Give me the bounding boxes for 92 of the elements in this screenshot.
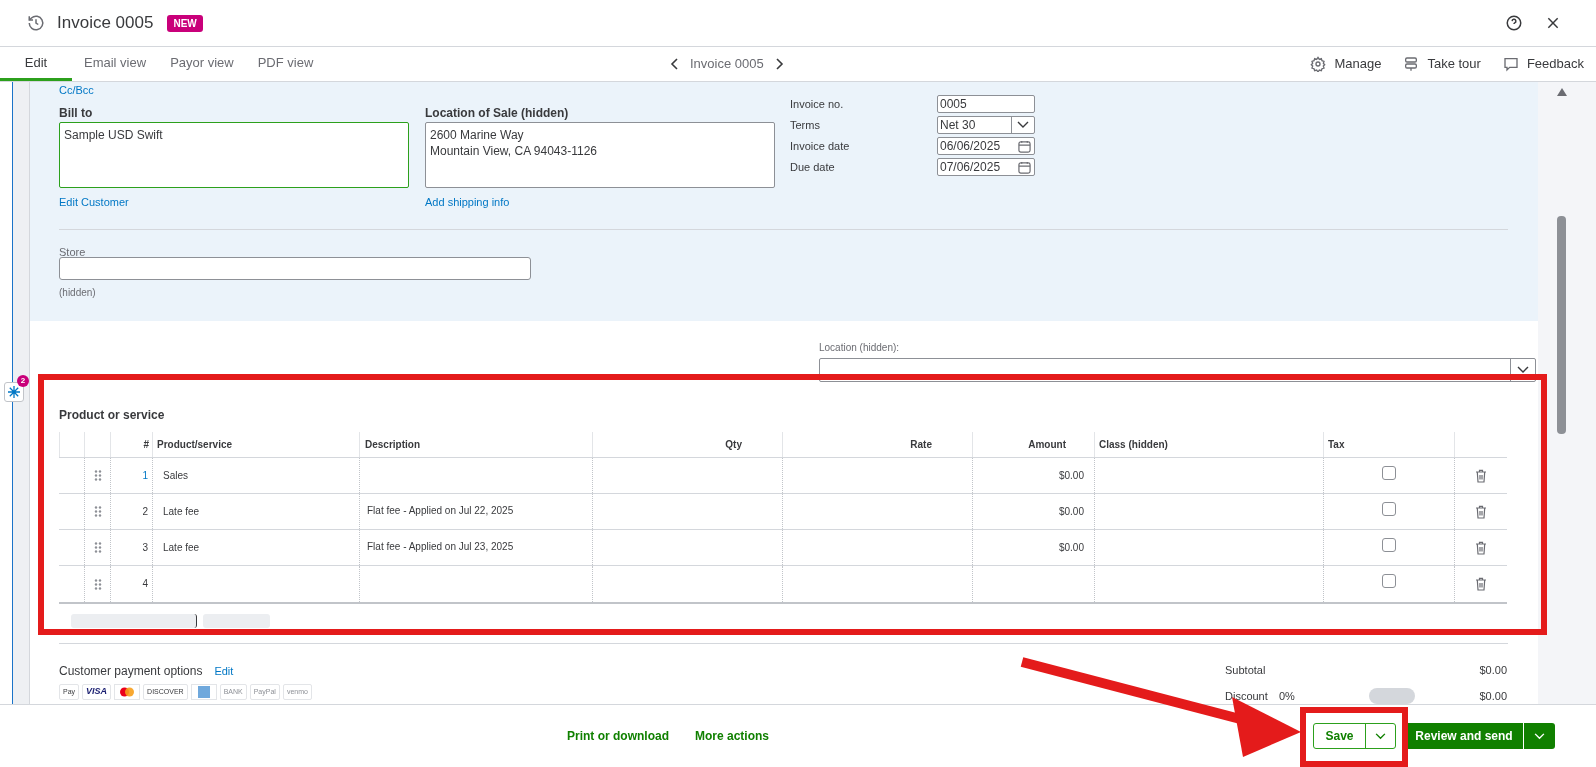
send-options-button[interactable] [1524,723,1555,749]
chevron-down-icon [1375,732,1386,740]
column-header: # [142,438,150,452]
sparkle-icon [8,386,20,398]
drag-handle-icon[interactable] [93,542,102,553]
trash-icon[interactable] [1475,504,1487,519]
history-icon[interactable] [27,14,45,32]
line-number: 2 [142,505,148,519]
tax-checkbox[interactable] [1382,502,1396,516]
field-label: Bill to [59,105,94,122]
assistant-button[interactable] [4,382,24,402]
subtotal-label: Subtotal [1225,663,1266,678]
chevron-down-icon [1534,732,1545,740]
toolbar-button[interactable]: Manage [1310,54,1382,74]
column-header: Class (hidden) [1098,438,1169,452]
bill-to-field[interactable]: Sample USD Swift [59,122,409,188]
column-header: Rate [909,438,933,452]
calendar-icon[interactable] [1018,139,1031,153]
settings-icon [1310,56,1327,72]
field-label: Invoice no. [790,96,845,112]
location-of-sale-field[interactable]: 2600 Marine Way Mountain View, CA 94043-1126 [425,122,775,188]
close-icon[interactable] [1545,15,1561,31]
card-logo-icon [114,684,141,700]
date-field[interactable]: 07/06/2025 [937,158,1035,176]
calendar-icon[interactable] [1018,160,1031,174]
view-tab[interactable]: PDF view [245,47,326,81]
column-header: Qty [724,438,743,452]
drag-handle-icon[interactable] [93,470,102,481]
discount-percent: 0% [1279,688,1296,704]
tax-checkbox[interactable] [1382,466,1396,480]
view-tab[interactable]: Payor view [158,47,246,81]
cc-bcc-link[interactable]: Cc/Bcc [59,84,94,97]
trash-icon[interactable] [1475,540,1487,555]
invoice-navigator: Invoice 0005 [690,55,764,74]
input-field[interactable]: 0005 [937,95,1035,113]
next-icon[interactable] [773,58,784,70]
field-label: Terms [790,117,821,133]
table-cell-text: Late fee [163,505,200,519]
tax-checkbox[interactable] [1382,574,1396,588]
hidden-note: (hidden) [59,285,97,300]
review-and-send-button[interactable]: Review and send [1405,723,1523,749]
table-cell-text: Flat fee - Applied on Jul 22, 2025 [367,504,514,518]
table-cell-text: Late fee [163,541,200,555]
card-icon [190,684,217,700]
invoice-title: Invoice 0005 [57,12,154,35]
line-number: 3 [142,541,148,555]
field-label: Location of Sale (hidden) [425,105,570,122]
signpost-icon [1403,56,1420,72]
scroll-up-icon[interactable] [1557,88,1567,96]
toolbar-button[interactable]: Take tour [1403,54,1481,74]
field-label: Invoice date [790,138,851,154]
table-cell-text: Sales [163,469,188,483]
table-cell-text: $0.00 [1058,541,1084,555]
footer-link[interactable]: Print or download [567,727,669,745]
field-label: Store [59,244,87,257]
column-header: Description [364,438,421,452]
section-title: Customer payment options [59,663,203,680]
drag-handle-icon[interactable] [93,506,102,517]
edit-customer-link[interactable]: Edit Customer [59,194,129,211]
line-number: 1 [142,469,148,483]
view-tab[interactable]: Email view [72,47,159,81]
table-cell-text: $0.00 [1058,505,1084,519]
date-field[interactable]: 06/06/2025 [937,137,1035,155]
previous-icon[interactable] [670,58,680,70]
add-shipping-info-link[interactable]: Add shipping info [425,194,510,211]
column-header: Amount [1027,438,1067,452]
payment-method: VISA [82,684,112,700]
discount-label: Discount [1225,688,1269,704]
store-field[interactable] [59,256,531,280]
subtotal-value: $0.00 [1479,663,1507,678]
field-label: Due date [790,159,836,175]
section-title: Product or service [59,407,166,424]
drag-handle-icon[interactable] [93,578,102,590]
footer-link[interactable]: More actions [695,727,769,745]
new-badge: NEW [167,14,203,32]
field-label: Location (hidden): [819,341,901,355]
trash-icon[interactable] [1475,468,1487,483]
discount-value: $0.00 [1479,688,1507,704]
terms-dropdown[interactable]: Net 30 [937,116,1035,134]
scrollbar-thumb[interactable] [1557,216,1566,434]
table-cell-text: Flat fee - Applied on Jul 23, 2025 [367,540,514,554]
line-number: 4 [142,577,148,591]
toolbar-button[interactable]: Feedback [1502,54,1584,74]
table-cell-text: $0.00 [1058,469,1084,483]
edit-link[interactable]: Edit [214,662,234,680]
column-header: Tax [1327,438,1346,452]
chat-bubble-icon [1502,56,1519,72]
column-header: Product/service [156,438,234,452]
discount-toggle[interactable] [1369,687,1415,704]
help-icon[interactable] [1505,14,1523,32]
tax-checkbox[interactable] [1382,538,1396,552]
trash-icon[interactable] [1475,577,1487,591]
